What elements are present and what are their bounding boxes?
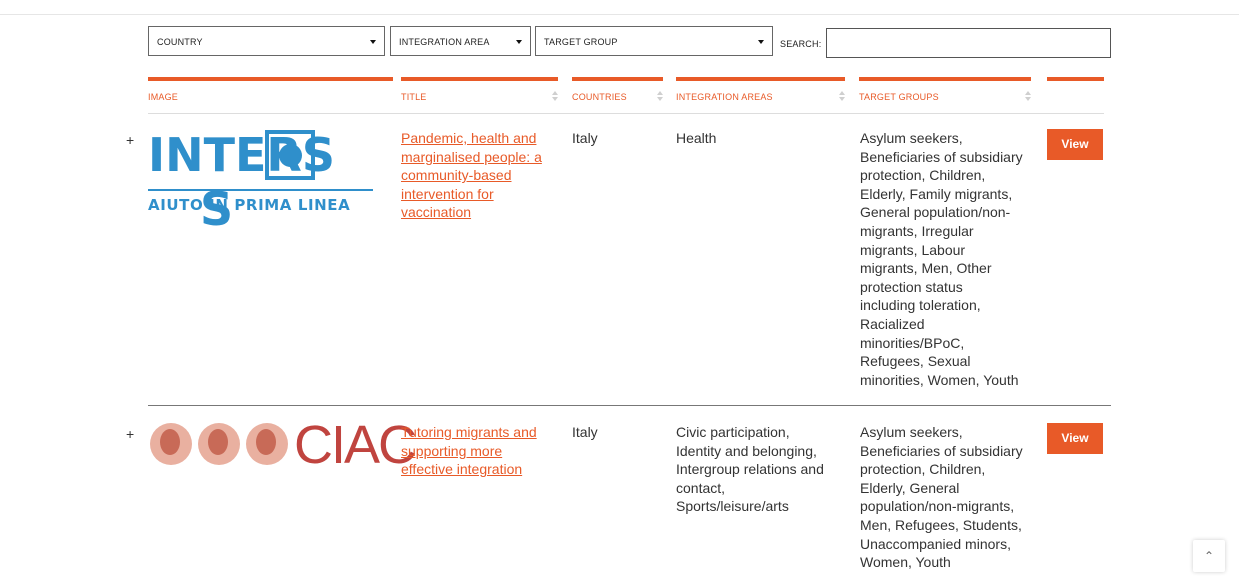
- target-group-select[interactable]: TARGET GROUP: [535, 26, 773, 56]
- sort-icon: [657, 91, 663, 101]
- column-header-label: INTEGRATION AREAS: [676, 92, 773, 102]
- column-header-title[interactable]: TITLE: [401, 77, 558, 112]
- chevron-down-icon: [370, 40, 376, 44]
- column-header-label: TARGET GROUPS: [859, 92, 939, 102]
- header-divider: [0, 14, 1239, 15]
- column-header-countries[interactable]: COUNTRIES: [572, 77, 663, 112]
- logo-word: CIAC: [294, 415, 417, 475]
- chevron-down-icon: [516, 40, 522, 44]
- sort-icon: [839, 91, 845, 101]
- intersos-logo: INTERSS AIUTO IN PRIMA LINEA: [148, 128, 378, 236]
- title-link[interactable]: Pandemic, health and marginalised people…: [401, 130, 542, 220]
- column-header-image: IMAGE: [148, 77, 393, 112]
- target-groups-cell: Asylum seekers, Beneficiaries of subsidi…: [860, 130, 1023, 388]
- country-select[interactable]: COUNTRY: [148, 26, 385, 56]
- integration-areas-cell: Civic participation, Identity and belong…: [676, 424, 824, 515]
- integration-areas-cell: Health: [676, 130, 717, 146]
- globe-icon: [265, 130, 315, 180]
- logo-tagline: AIUTO IN PRIMA LINEA: [148, 196, 351, 214]
- table-header: IMAGE TITLE COUNTRIES INTEGRATION AREAS …: [148, 77, 1104, 114]
- row-divider: [148, 405, 1111, 406]
- view-button[interactable]: View: [1047, 129, 1103, 160]
- person-photo-icon: [150, 423, 192, 465]
- person-photo-icon: [198, 423, 240, 465]
- country-cell: Italy: [572, 130, 598, 146]
- column-header-actions: [1047, 77, 1104, 112]
- sort-icon: [552, 91, 558, 101]
- column-header-label: COUNTRIES: [572, 92, 627, 102]
- target-groups-cell: Asylum seekers, Beneficiaries of subsidi…: [860, 424, 1023, 571]
- building-photo-icon: [246, 423, 288, 465]
- column-header-label: IMAGE: [148, 92, 179, 102]
- logo-word: INTERSS: [148, 128, 335, 236]
- search-input[interactable]: [826, 28, 1111, 58]
- title-cell: Tutoring migrants and supporting more ef…: [401, 423, 566, 479]
- column-header-integration-areas[interactable]: INTEGRATION AREAS: [676, 77, 845, 112]
- title-cell: Pandemic, health and marginalised people…: [401, 129, 566, 222]
- country-cell: Italy: [572, 424, 598, 440]
- chevron-down-icon: [758, 40, 764, 44]
- column-header-label: TITLE: [401, 92, 427, 102]
- target-group-select-value: TARGET GROUP: [544, 37, 618, 47]
- integration-area-select[interactable]: INTEGRATION AREA: [390, 26, 531, 56]
- ciac-logo: CIAC: [148, 415, 417, 475]
- title-link[interactable]: Tutoring migrants and supporting more ef…: [401, 424, 537, 477]
- sort-icon: [1025, 91, 1031, 101]
- view-button[interactable]: View: [1047, 423, 1103, 454]
- search-label: SEARCH:: [780, 39, 822, 49]
- chevron-up-icon: ⌃: [1203, 549, 1215, 563]
- expand-row-button[interactable]: +: [126, 426, 134, 442]
- expand-row-button[interactable]: +: [126, 132, 134, 148]
- column-header-target-groups[interactable]: TARGET GROUPS: [859, 77, 1031, 112]
- integration-area-select-value: INTEGRATION AREA: [399, 37, 490, 47]
- country-select-value: COUNTRY: [157, 37, 203, 47]
- scroll-to-top-button[interactable]: ⌃: [1193, 540, 1225, 572]
